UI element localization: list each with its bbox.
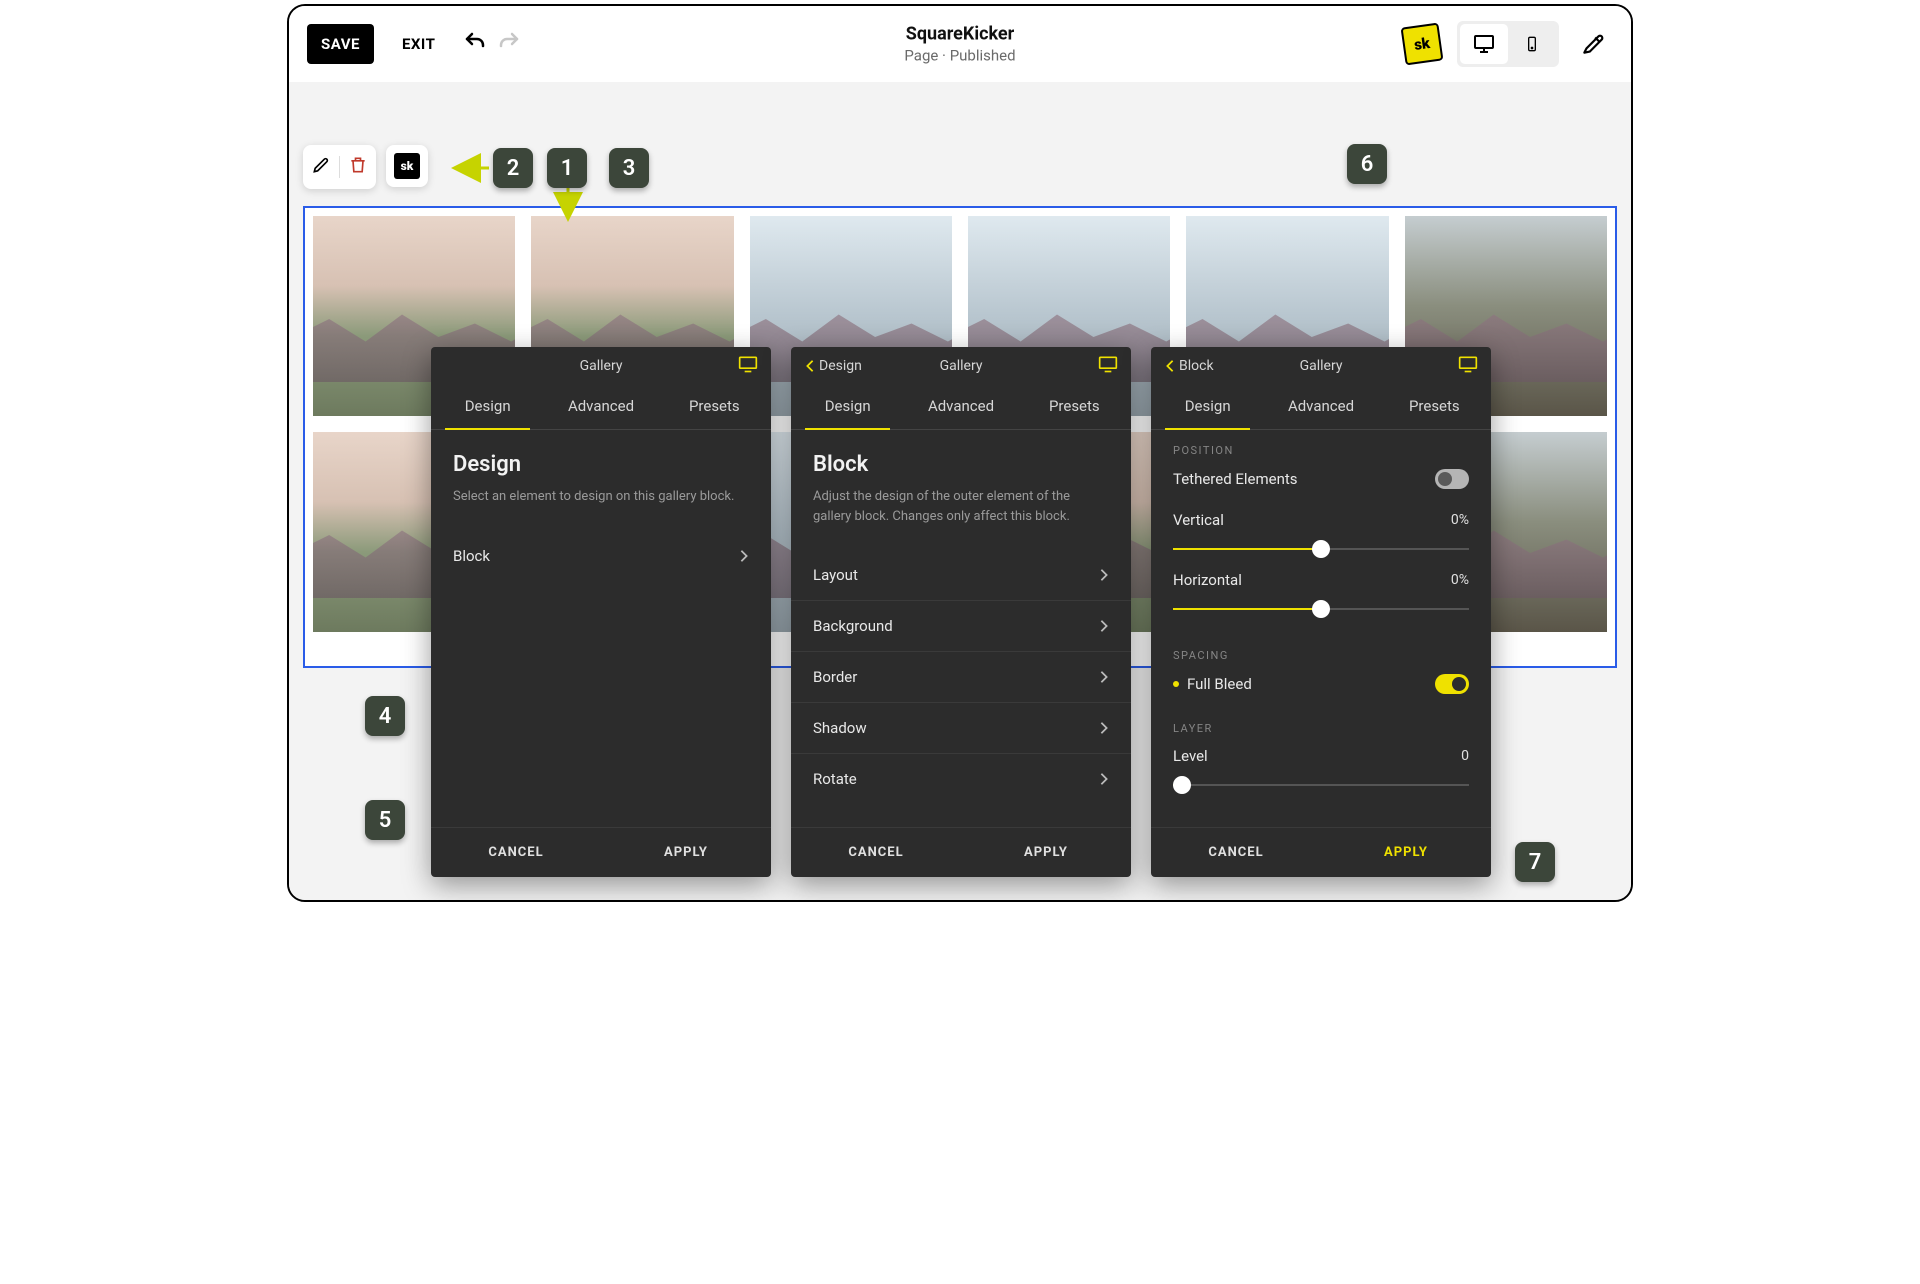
device-toggle <box>1457 21 1559 67</box>
callout-3: 3 <box>609 148 649 188</box>
save-button[interactable]: SAVE <box>307 24 374 64</box>
horizontal-value: 0% <box>1451 572 1469 588</box>
group-label-spacing: SPACING <box>1173 649 1469 662</box>
back-button[interactable]: Design <box>805 358 862 374</box>
monitor-icon[interactable] <box>1097 354 1119 378</box>
undo-icon[interactable] <box>463 30 487 58</box>
tab-advanced[interactable]: Advanced <box>544 385 657 429</box>
apply-button[interactable]: APPLY <box>961 828 1131 877</box>
paint-icon[interactable] <box>1573 24 1613 64</box>
full-bleed-toggle[interactable] <box>1435 674 1469 694</box>
list-item-border[interactable]: Border <box>791 652 1131 703</box>
callout-6: 6 <box>1347 144 1387 184</box>
panel-description: Adjust the design of the outer element o… <box>813 487 1109 526</box>
horizontal-slider[interactable] <box>1173 599 1469 619</box>
redo-icon[interactable] <box>497 30 521 58</box>
desktop-view-button[interactable] <box>1460 24 1508 64</box>
panel-description: Select an element to design on this gall… <box>453 487 749 507</box>
level-slider[interactable] <box>1173 775 1469 795</box>
monitor-icon[interactable] <box>1457 354 1479 378</box>
exit-button[interactable]: EXIT <box>402 35 435 53</box>
tethered-toggle[interactable] <box>1435 469 1469 489</box>
tab-presets[interactable]: Presets <box>1378 385 1491 429</box>
panel-heading: Block <box>813 452 1109 477</box>
panel-block: Design Gallery Design Advanced Presets B… <box>791 347 1131 877</box>
apply-button[interactable]: APPLY <box>601 828 771 877</box>
sk-block-button[interactable]: sk <box>386 145 428 187</box>
tab-advanced[interactable]: Advanced <box>904 385 1017 429</box>
callout-4: 4 <box>365 696 405 736</box>
tethered-label: Tethered Elements <box>1173 470 1298 488</box>
block-toolbar: sk <box>303 145 428 189</box>
page-title-block: SquareKicker Page · Published <box>904 24 1015 65</box>
group-label-position: POSITION <box>1173 444 1469 457</box>
list-item-shadow[interactable]: Shadow <box>791 703 1131 754</box>
vertical-slider[interactable] <box>1173 539 1469 559</box>
modified-indicator-icon <box>1173 681 1179 687</box>
apply-button[interactable]: APPLY <box>1321 828 1491 877</box>
vertical-value: 0% <box>1451 512 1469 528</box>
cancel-button[interactable]: CANCEL <box>431 828 601 877</box>
level-value: 0 <box>1461 748 1469 764</box>
canvas: sk Gallery <box>289 82 1631 900</box>
panel-design-root: Gallery Design Advanced Presets Design S… <box>431 347 771 877</box>
callout-7: 7 <box>1515 842 1555 882</box>
callout-5: 5 <box>365 800 405 840</box>
callout-2: 2 <box>493 148 533 188</box>
tab-presets[interactable]: Presets <box>658 385 771 429</box>
trash-icon[interactable] <box>348 155 368 179</box>
mobile-view-button[interactable] <box>1508 24 1556 64</box>
tab-design[interactable]: Design <box>791 385 904 429</box>
panel-title: Gallery <box>1300 358 1343 374</box>
tab-advanced[interactable]: Advanced <box>1264 385 1377 429</box>
edit-icon[interactable] <box>311 155 331 179</box>
list-item-block[interactable]: Block <box>431 531 771 581</box>
back-button[interactable]: Block <box>1165 358 1214 374</box>
full-bleed-label: Full Bleed <box>1187 675 1252 693</box>
tab-presets[interactable]: Presets <box>1018 385 1131 429</box>
group-label-layer: LAYER <box>1173 722 1469 735</box>
vertical-label: Vertical <box>1173 511 1224 529</box>
panel-title: Gallery <box>580 358 623 374</box>
horizontal-label: Horizontal <box>1173 571 1242 589</box>
panel-heading: Design <box>453 452 749 477</box>
cancel-button[interactable]: CANCEL <box>791 828 961 877</box>
cancel-button[interactable]: CANCEL <box>1151 828 1321 877</box>
monitor-icon[interactable] <box>737 354 759 378</box>
tab-design[interactable]: Design <box>1151 385 1264 429</box>
sk-logo[interactable]: sk <box>1401 23 1444 66</box>
list-item-rotate[interactable]: Rotate <box>791 754 1131 804</box>
page-title: SquareKicker <box>904 24 1015 45</box>
topbar: SAVE EXIT SquareKicker Page · Published … <box>289 6 1631 82</box>
panel-layout: Block Gallery Design Advanced Presets PO… <box>1151 347 1491 877</box>
panel-title: Gallery <box>940 358 983 374</box>
list-item-background[interactable]: Background <box>791 601 1131 652</box>
page-subtitle: Page · Published <box>904 47 1015 65</box>
level-label: Level <box>1173 747 1208 765</box>
tab-design[interactable]: Design <box>431 385 544 429</box>
list-item-layout[interactable]: Layout <box>791 550 1131 601</box>
callout-1: 1 <box>547 148 587 188</box>
